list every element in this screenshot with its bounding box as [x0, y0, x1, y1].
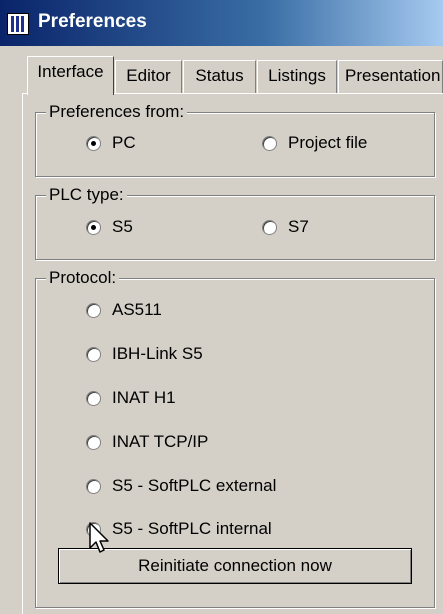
radio-label: S5: [112, 217, 133, 236]
radio-pc[interactable]: PC: [86, 133, 136, 153]
app-window-icon[interactable]: [7, 13, 29, 35]
radio-button-icon[interactable]: [86, 302, 101, 318]
radio-label: S7: [288, 217, 309, 236]
radio-softplc-internal[interactable]: S5 - SoftPLC internal: [86, 519, 272, 539]
radio-button-checked-icon[interactable]: [86, 135, 101, 151]
radio-label: S5 - SoftPLC external: [112, 476, 277, 495]
tab-label: Editor: [126, 66, 171, 85]
radio-button-checked-icon[interactable]: [86, 219, 101, 235]
tab-status[interactable]: Status: [183, 60, 256, 94]
group-legend: Protocol:: [46, 268, 120, 288]
radio-ibh-link-s5[interactable]: IBH-Link S5: [86, 344, 203, 364]
radio-button-icon[interactable]: [86, 478, 101, 494]
tab-label: Status: [195, 66, 244, 85]
radio-label: IBH-Link S5: [112, 344, 203, 363]
tab-listings[interactable]: Listings: [257, 60, 337, 94]
radio-button-icon[interactable]: [86, 390, 101, 406]
radio-label: Project file: [288, 133, 368, 152]
window-title: Preferences: [38, 11, 147, 32]
radio-inat-h1[interactable]: INAT H1: [86, 388, 176, 408]
mouse-cursor-icon: [89, 522, 109, 553]
radio-s5[interactable]: S5: [86, 217, 133, 237]
radio-inat-tcp-ip[interactable]: INAT TCP/IP: [86, 432, 208, 452]
tab-presentation[interactable]: Presentation: [338, 60, 443, 94]
tab-label: Interface: [37, 62, 104, 81]
radio-label: PC: [112, 133, 136, 152]
radio-label: S5 - SoftPLC internal: [112, 519, 272, 538]
radio-button-icon[interactable]: [262, 219, 277, 235]
group-legend: Preferences from:: [46, 102, 188, 122]
radio-project-file[interactable]: Project file: [262, 133, 367, 153]
preferences-from-group: Preferences from: PC Project file: [35, 102, 435, 177]
radio-softplc-external[interactable]: S5 - SoftPLC external: [86, 476, 276, 496]
tab-label: Presentation: [345, 66, 441, 85]
radio-label: INAT H1: [112, 388, 176, 407]
tab-interface[interactable]: Interface: [27, 56, 114, 95]
radio-label: AS511: [112, 300, 162, 319]
plc-type-group: PLC type: S5 S7: [35, 185, 435, 260]
radio-button-icon[interactable]: [86, 346, 101, 362]
group-legend: PLC type:: [46, 185, 127, 205]
radio-as511[interactable]: AS511: [86, 300, 162, 320]
radio-label: INAT TCP/IP: [112, 432, 209, 451]
radio-s7[interactable]: S7: [262, 217, 309, 237]
radio-button-icon[interactable]: [262, 135, 277, 151]
radio-button-icon[interactable]: [86, 434, 101, 450]
tab-editor[interactable]: Editor: [115, 60, 182, 94]
tab-label: Listings: [268, 66, 326, 85]
title-bar[interactable]: Preferences: [0, 0, 443, 46]
